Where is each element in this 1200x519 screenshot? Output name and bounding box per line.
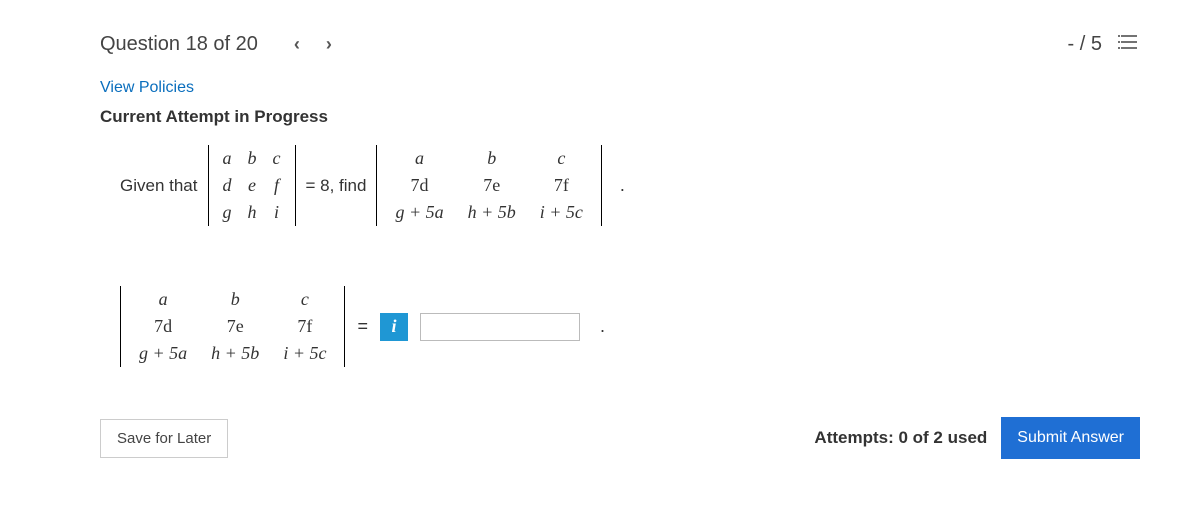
footer: Save for Later Attempts: 0 of 2 used Sub… [100, 417, 1140, 459]
det1-r3c2: h [240, 199, 265, 226]
view-policies-link[interactable]: View Policies [100, 79, 194, 97]
det2-r1c2: b [456, 145, 528, 172]
det2-r2c3: 7f [528, 172, 595, 199]
footer-right: Attempts: 0 of 2 used Submit Answer [814, 417, 1140, 459]
question-title: Question 18 of 20 [100, 33, 258, 56]
det1-r3c3: i [265, 199, 289, 226]
attempt-heading: Current Attempt in Progress [100, 107, 1140, 127]
header: Question 18 of 20 ‹ › - / 5 [100, 30, 1140, 59]
deta-r3c3: i + 5c [271, 340, 338, 367]
det2-r2c2: 7e [456, 172, 528, 199]
deta-r1c3: c [271, 286, 338, 313]
det2-r3c2: h + 5b [456, 199, 528, 226]
prev-question-button[interactable]: ‹ [288, 30, 306, 59]
det1-r2c2: e [240, 172, 265, 199]
next-question-button[interactable]: › [320, 30, 338, 59]
answer-input[interactable] [420, 313, 580, 341]
header-left: Question 18 of 20 ‹ › [100, 30, 338, 59]
question-container: Question 18 of 20 ‹ › - / 5 View Policie… [0, 0, 1200, 519]
problem-statement: Given that a b c d e f g h i [100, 145, 1140, 226]
equals-eight: = 8, find [306, 176, 367, 196]
deta-r2c2: 7e [199, 313, 271, 340]
deta-r1c2: b [199, 286, 271, 313]
det1-r2c3: f [265, 172, 289, 199]
deta-r3c1: g + 5a [127, 340, 199, 367]
attempts-text: Attempts: 0 of 2 used [814, 428, 987, 448]
determinant-given: a b c d e f g h i [208, 145, 296, 226]
header-right: - / 5 [1068, 31, 1140, 58]
deta-r3c2: h + 5b [199, 340, 271, 367]
det2-r3c3: i + 5c [528, 199, 595, 226]
save-for-later-button[interactable]: Save for Later [100, 419, 228, 458]
menu-icon[interactable] [1118, 31, 1140, 58]
sentence-period: . [620, 175, 625, 196]
deta-r2c3: 7f [271, 313, 338, 340]
answer-row: a b c 7d 7e 7f g + 5a h + 5b i + 5c = i … [100, 286, 1140, 367]
equals-sign: = [357, 316, 368, 337]
nav-group: ‹ › [288, 30, 338, 59]
submit-answer-button[interactable]: Submit Answer [1001, 417, 1140, 459]
det1-r3c1: g [215, 199, 240, 226]
answer-period: . [600, 316, 605, 337]
given-prefix: Given that [120, 176, 198, 196]
det1-r2c1: d [215, 172, 240, 199]
det2-r1c3: c [528, 145, 595, 172]
determinant-answer: a b c 7d 7e 7f g + 5a h + 5b i + 5c [120, 286, 345, 367]
info-icon[interactable]: i [380, 313, 408, 341]
det2-r3c1: g + 5a [383, 199, 455, 226]
deta-r2c1: 7d [127, 313, 199, 340]
det1-r1c3: c [265, 145, 289, 172]
det2-r1c1: a [383, 145, 455, 172]
deta-r1c1: a [127, 286, 199, 313]
score-display: - / 5 [1068, 33, 1102, 56]
determinant-target: a b c 7d 7e 7f g + 5a h + 5b i + 5c [376, 145, 601, 226]
det1-r1c2: b [240, 145, 265, 172]
det1-r1c1: a [215, 145, 240, 172]
det2-r2c1: 7d [383, 172, 455, 199]
